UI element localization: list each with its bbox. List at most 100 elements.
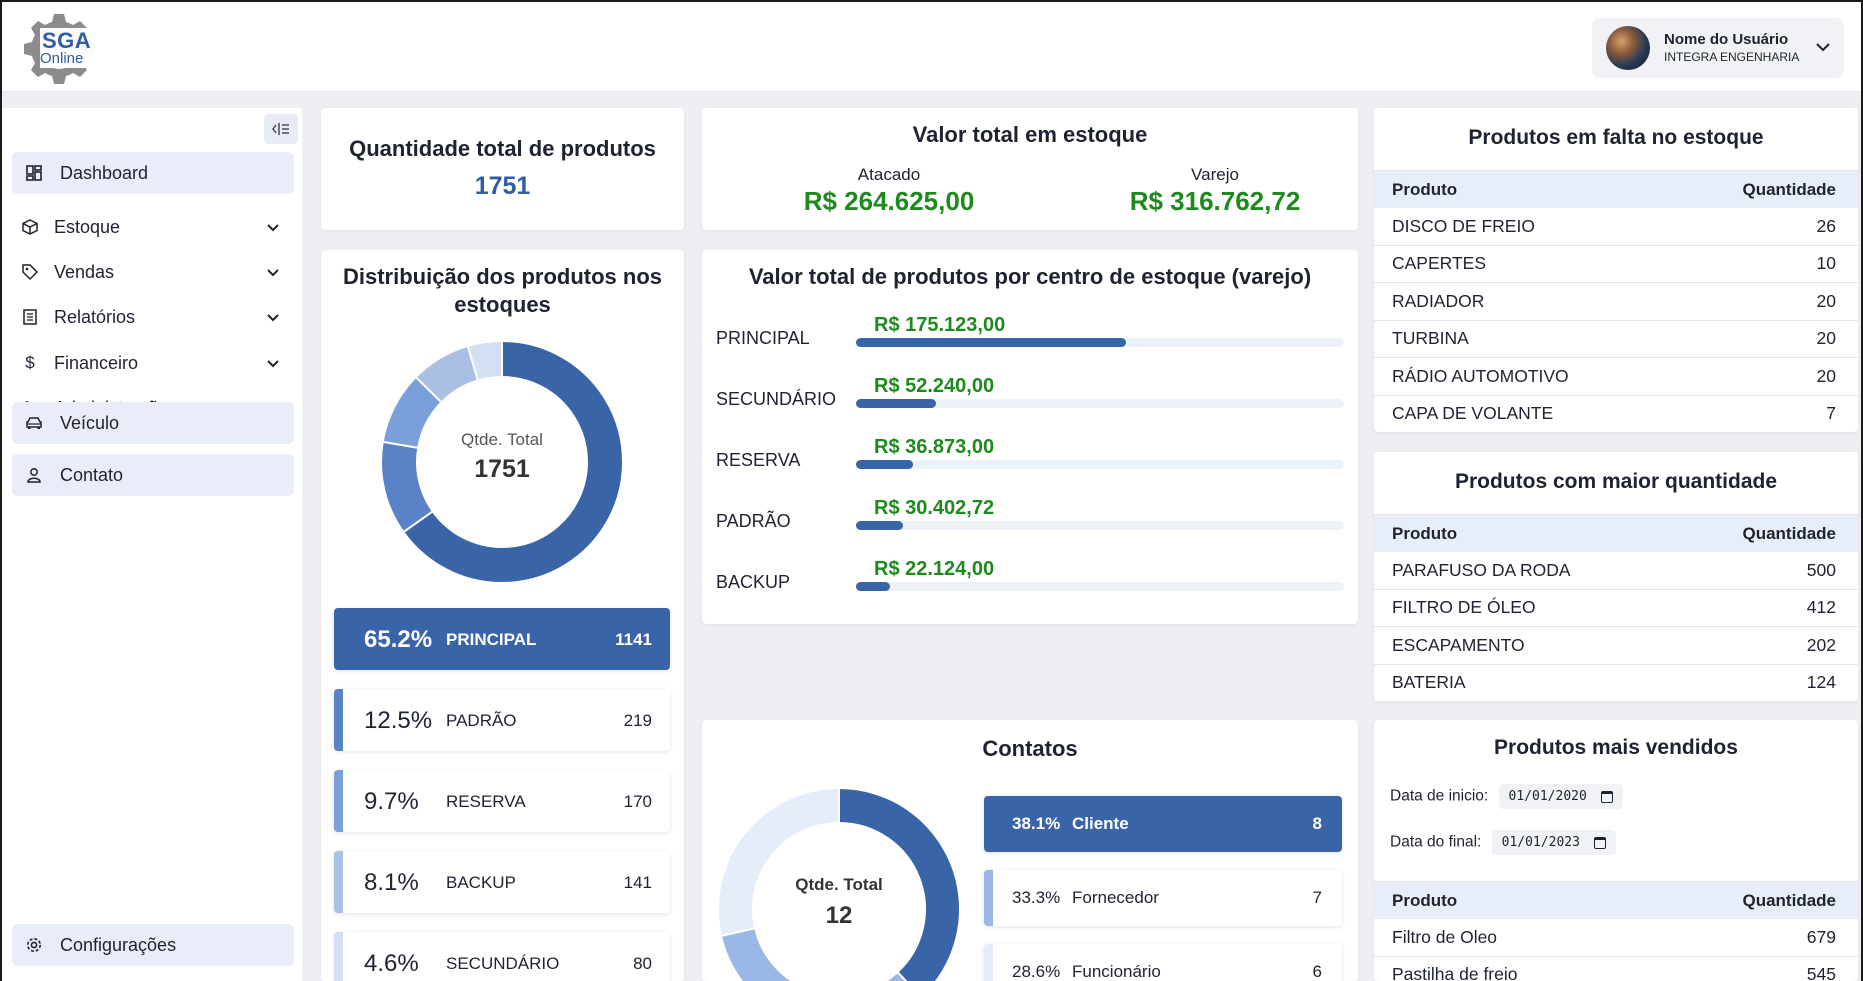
calendar-icon: [1600, 790, 1613, 803]
product-name: BATERIA: [1392, 672, 1466, 693]
product-quantity: 545: [1806, 964, 1836, 981]
product-quantity: 124: [1806, 672, 1836, 693]
color-bar: [984, 944, 993, 981]
card-title-line2: estoques: [454, 292, 551, 317]
start-date-input[interactable]: 01/01/2020: [1498, 784, 1623, 809]
product-name: TURBINA: [1392, 328, 1469, 349]
sidebar-item-label: Vendas: [54, 261, 115, 282]
report-icon: [20, 307, 40, 327]
table-header: Produto Quantidade: [1374, 514, 1858, 552]
item-count: 80: [633, 954, 652, 973]
start-date-label: Data de inicio:: [1390, 787, 1489, 805]
chevron-down-icon: [267, 224, 279, 232]
collapse-sidebar-button[interactable]: [264, 114, 298, 144]
column-header-product: Produto: [1392, 179, 1458, 199]
column-header-product: Produto: [1392, 523, 1458, 543]
card-title: Contatos: [982, 736, 1078, 761]
sidebar: Dashboard Estoque Vendas Relatórios $ Fi…: [2, 108, 302, 981]
bar-category-label: BACKUP: [716, 572, 791, 592]
item-name: Fornecedor: [1072, 888, 1159, 907]
gear-icon: [24, 935, 44, 955]
card-title: Produtos mais vendidos: [1494, 736, 1738, 759]
card-title: Produtos com maior quantidade: [1454, 470, 1778, 493]
value-by-center-card: Valor total de produtos por centro de es…: [702, 250, 1358, 624]
column-header-quantity: Quantidade: [1742, 890, 1836, 910]
contact-type-item: 33.3% Fornecedor 7: [984, 870, 1342, 926]
total-products-card: Quantidade total de produtos 1751: [321, 108, 684, 230]
sidebar-item-label: Contato: [60, 464, 124, 485]
product-name: CAPA DE VOLANTE: [1392, 403, 1554, 424]
wholesale-label: Atacado: [857, 165, 921, 184]
item-name: Cliente: [1072, 814, 1129, 833]
contact-type-item: 38.1% Cliente 8: [984, 796, 1342, 852]
end-date-value: 01/01/2023: [1501, 835, 1580, 850]
chart-title: Valor total de produtos por centro de es…: [748, 264, 1312, 289]
sidebar-item-estoque[interactable]: Estoque: [12, 206, 294, 248]
color-bar: [984, 870, 993, 926]
donut-center-label: Qtde. Total: [795, 875, 883, 894]
table-row: CAPERTES 10: [1374, 246, 1858, 283]
end-date-label: Data do final:: [1390, 833, 1482, 851]
table-row: TURBINA 20: [1374, 321, 1858, 358]
sidebar-item-label: Configurações: [60, 934, 177, 955]
bar-track: [856, 521, 1344, 530]
sidebar-item-configuracoes[interactable]: Configurações: [12, 924, 294, 966]
bar-track: [856, 460, 1344, 469]
calendar-icon: [1593, 836, 1606, 849]
product-name: FILTRO DE ÓLEO: [1392, 597, 1536, 618]
product-quantity: 412: [1806, 597, 1836, 618]
sidebar-item-financeiro[interactable]: $ Financeiro: [12, 342, 294, 384]
bar-fill: [856, 338, 1126, 347]
bar-fill: [856, 521, 903, 530]
product-quantity: 26: [1816, 215, 1836, 236]
sidebar-item-contato[interactable]: Contato: [12, 454, 294, 496]
table-row: DISCO DE FREIO 26: [1374, 208, 1858, 246]
card-title-line1: Distribuição dos produtos nos: [342, 264, 662, 289]
table-row: RADIADOR 20: [1374, 283, 1858, 321]
item-name: PADRÃO: [446, 711, 517, 730]
color-bar: [334, 932, 343, 981]
bar-track: [856, 399, 1344, 408]
item-percent: 28.6%: [1012, 962, 1061, 981]
chevron-down-icon: [267, 314, 279, 322]
color-bar: [334, 851, 343, 913]
sidebar-item-label: Relatórios: [54, 306, 136, 327]
product-quantity: 7: [1826, 403, 1836, 424]
chevron-down-icon: [267, 360, 279, 368]
table-row: RÁDIO AUTOMOTIVO 20: [1374, 358, 1858, 396]
product-name: DISCO DE FREIO: [1392, 215, 1535, 236]
user-menu[interactable]: Nome do Usuário INTEGRA ENGENHARIA: [1592, 18, 1844, 78]
stock-value-card: Valor total em estoque Atacado R$ 264.62…: [702, 108, 1358, 230]
product-quantity: 679: [1806, 926, 1836, 947]
end-date-input[interactable]: 01/01/2023: [1491, 830, 1616, 855]
card-title: Valor total em estoque: [912, 122, 1148, 147]
distribution-item: 4.6% SECUNDÁRIO 80: [334, 932, 670, 981]
table-row: Pastilha de freio 545: [1374, 957, 1858, 981]
table-row: PARAFUSO DA RODA 500: [1374, 552, 1858, 590]
retail-label: Varejo: [1191, 165, 1239, 184]
sidebar-item-dashboard[interactable]: Dashboard: [12, 152, 294, 194]
item-percent: 65.2%: [364, 626, 433, 653]
car-icon: [24, 413, 44, 433]
item-count: 170: [623, 792, 652, 811]
item-name: Funcionário: [1072, 962, 1161, 981]
user-organization: INTEGRA ENGENHARIA: [1664, 50, 1800, 64]
bar-fill: [856, 399, 937, 408]
sidebar-item-relatorios[interactable]: Relatórios: [12, 296, 294, 338]
sidebar-item-veiculo[interactable]: Veículo: [12, 402, 294, 444]
table-row: ESCAPAMENTO 202: [1374, 627, 1858, 665]
table-row: CAPA DE VOLANTE 7: [1374, 396, 1858, 433]
product-quantity: 20: [1816, 328, 1836, 349]
distribution-item: 9.7% RESERVA 170: [334, 770, 670, 832]
total-products-value: 1751: [474, 172, 531, 200]
item-count: 6: [1312, 962, 1322, 981]
sidebar-item-vendas[interactable]: Vendas: [12, 251, 294, 293]
chevron-down-icon: [1816, 43, 1830, 52]
item-percent: 4.6%: [364, 950, 419, 977]
card-title: Quantidade total de produtos: [349, 136, 656, 161]
start-date-value: 01/01/2020: [1508, 789, 1587, 804]
bar-value-label: R$ 175.123,00: [874, 314, 1006, 336]
collapse-icon: [272, 123, 289, 135]
best-sellers-card: Produtos mais vendidos Data de inicio: 0…: [1374, 720, 1858, 981]
bar-category-label: PRINCIPAL: [716, 328, 810, 348]
